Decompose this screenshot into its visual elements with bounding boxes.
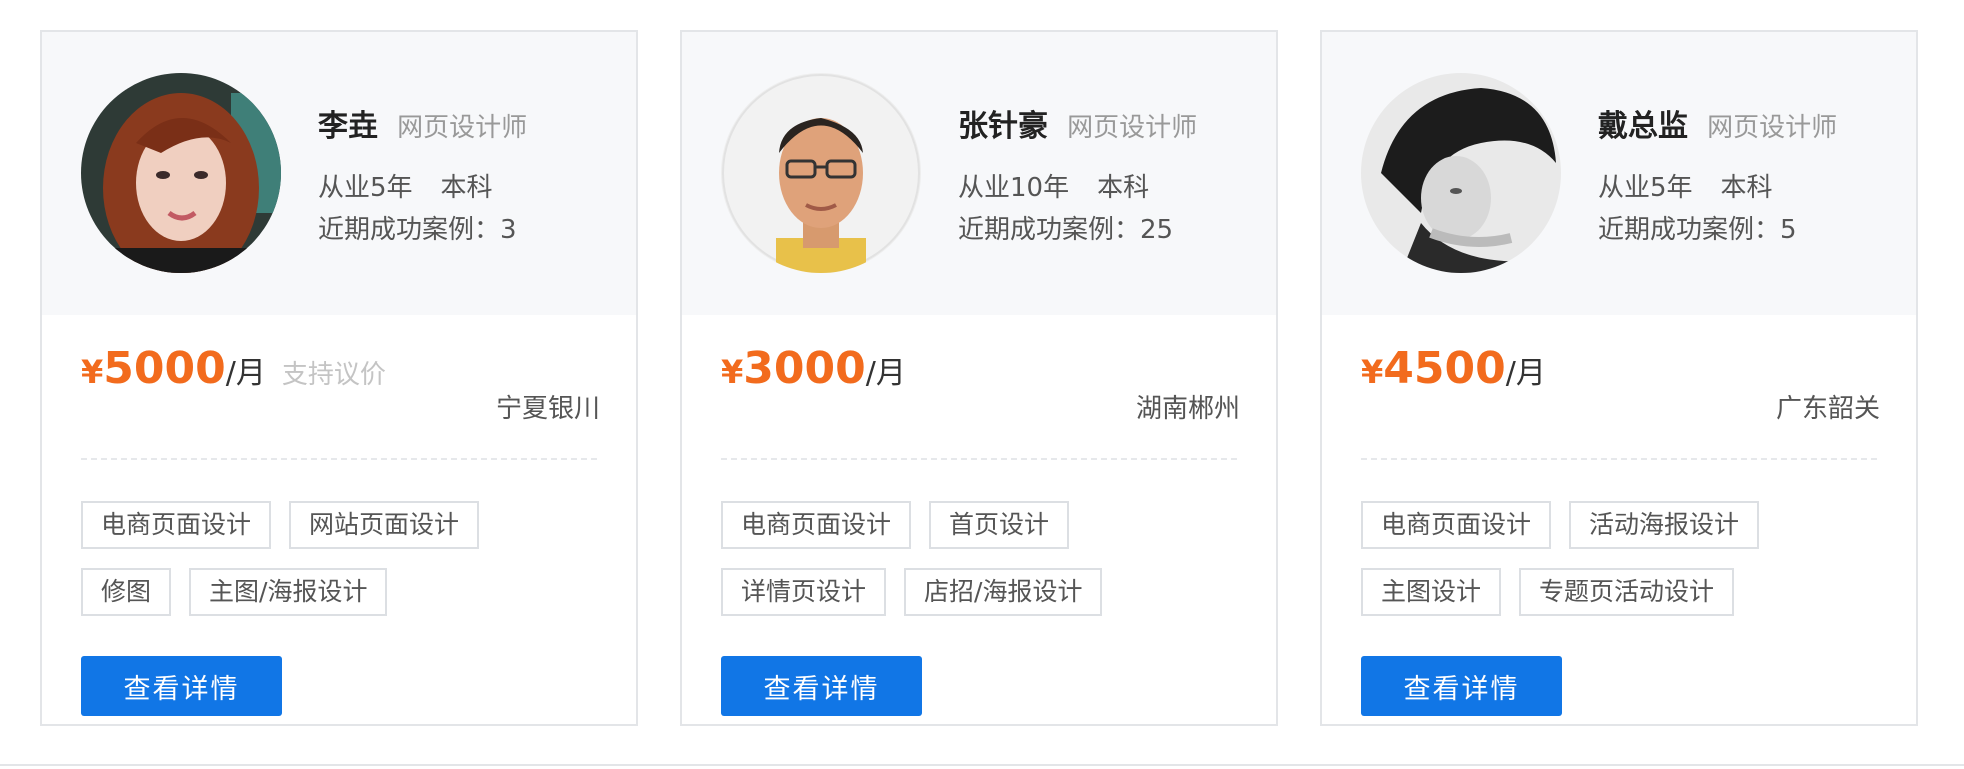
skill-tag: 电商页面设计: [721, 501, 912, 549]
card-header: 张针豪 网页设计师 从业10年 本科 近期成功案例：25: [682, 32, 1276, 315]
tag-row: 电商页面设计 首页设计: [721, 501, 1251, 549]
cases-row: 近期成功案例：5: [1598, 209, 1797, 246]
cases-label: 近期成功案例：: [318, 215, 501, 245]
skill-tags: 电商页面设计 网站页面设计 修图 主图/海报设计: [81, 501, 611, 635]
currency-symbol: ¥: [1361, 353, 1384, 391]
tag-row: 电商页面设计 活动海报设计: [1361, 501, 1891, 549]
designer-name: 戴总监: [1598, 109, 1688, 144]
skill-tag: 主图设计: [1361, 568, 1502, 616]
currency-symbol: ¥: [81, 353, 104, 391]
designer-name: 李垚: [318, 109, 378, 144]
cases-row: 近期成功案例：3: [318, 209, 517, 246]
skill-tag: 活动海报设计: [1569, 501, 1760, 549]
experience: 从业5年: [1598, 173, 1693, 203]
experience-row: 从业5年 本科: [1598, 167, 1773, 204]
tag-row: 电商页面设计 网站页面设计: [81, 501, 611, 549]
skill-tags: 电商页面设计 首页设计 详情页设计 店招/海报设计: [721, 501, 1251, 635]
experience-row: 从业10年 本科: [958, 167, 1149, 204]
name-row: 李垚 网页设计师: [318, 101, 527, 145]
price-row: ¥3000/月: [721, 343, 906, 394]
skill-tag: 首页设计: [929, 501, 1070, 549]
location: 广东韶关: [1775, 394, 1880, 424]
skill-tag: 网站页面设计: [289, 501, 480, 549]
view-details-button[interactable]: 查看详情: [1361, 656, 1562, 716]
card-header: 李垚 网页设计师 从业5年 本科 近期成功案例：3: [42, 32, 636, 315]
skill-tag: 主图/海报设计: [189, 568, 388, 616]
tag-row: 详情页设计 店招/海报设计: [721, 568, 1251, 616]
avatar: [721, 73, 921, 273]
dashed-divider: [721, 458, 1237, 460]
price-row: ¥5000/月 支持议价: [81, 343, 386, 394]
avatar: [81, 73, 281, 273]
view-details-button[interactable]: 查看详情: [721, 656, 922, 716]
experience-row: 从业5年 本科: [318, 167, 493, 204]
experience: 从业10年: [958, 173, 1070, 203]
price-unit: /月: [1505, 356, 1546, 391]
designer-card-list: 李垚 网页设计师 从业5年 本科 近期成功案例：3 ¥5000/月 支持议价 宁夏银…: [0, 0, 1964, 769]
avatar-photo-icon: [721, 73, 921, 273]
cases-label: 近期成功案例：: [958, 215, 1141, 245]
name-row: 戴总监 网页设计师: [1598, 101, 1837, 145]
price-amount: 3000: [743, 343, 866, 394]
cases-count: 3: [500, 215, 517, 245]
avatar-photo-icon: [1361, 73, 1561, 273]
card-header: 戴总监 网页设计师 从业5年 本科 近期成功案例：5: [1322, 32, 1916, 315]
skill-tag: 电商页面设计: [1361, 501, 1552, 549]
skill-tags: 电商页面设计 活动海报设计 主图设计 专题页活动设计: [1361, 501, 1891, 635]
currency-symbol: ¥: [721, 353, 744, 391]
avatar-photo-icon: [81, 73, 281, 273]
tag-row: 主图设计 专题页活动设计: [1361, 568, 1891, 616]
price-unit: /月: [865, 356, 906, 391]
negotiable-label: 支持议价: [281, 360, 386, 390]
location: 宁夏银川: [495, 394, 600, 424]
price-unit: /月: [225, 356, 266, 391]
skill-tag: 专题页活动设计: [1519, 568, 1735, 616]
education: 本科: [440, 173, 493, 203]
location: 湖南郴州: [1135, 394, 1240, 424]
designer-name: 张针豪: [958, 109, 1048, 144]
price-amount: 4500: [1383, 343, 1506, 394]
dashed-divider: [81, 458, 597, 460]
skill-tag: 修图: [81, 568, 172, 616]
designer-card: 李垚 网页设计师 从业5年 本科 近期成功案例：3 ¥5000/月 支持议价 宁夏银…: [40, 30, 638, 726]
price-amount: 5000: [103, 343, 226, 394]
education: 本科: [1720, 173, 1773, 203]
price-row: ¥4500/月: [1361, 343, 1546, 394]
name-row: 张针豪 网页设计师: [958, 101, 1197, 145]
page: 李垚 网页设计师 从业5年 本科 近期成功案例：3 ¥5000/月 支持议价 宁夏银…: [0, 0, 1964, 769]
cases-count: 5: [1780, 215, 1797, 245]
view-details-button[interactable]: 查看详情: [81, 656, 282, 716]
designer-card: 戴总监 网页设计师 从业5年 本科 近期成功案例：5 ¥4500/月 广东韶关 电…: [1320, 30, 1918, 726]
designer-card: 张针豪 网页设计师 从业10年 本科 近期成功案例：25 ¥3000/月 湖南郴州…: [680, 30, 1278, 726]
tag-row: 修图 主图/海报设计: [81, 568, 611, 616]
cases-row: 近期成功案例：25: [958, 209, 1173, 246]
designer-role: 网页设计师: [397, 113, 528, 143]
education: 本科: [1097, 173, 1150, 203]
designer-role: 网页设计师: [1707, 113, 1838, 143]
cases-count: 25: [1140, 215, 1174, 245]
skill-tag: 店招/海报设计: [904, 568, 1103, 616]
avatar: [1361, 73, 1561, 273]
cases-label: 近期成功案例：: [1598, 215, 1781, 245]
experience: 从业5年: [318, 173, 413, 203]
dashed-divider: [1361, 458, 1877, 460]
skill-tag: 电商页面设计: [81, 501, 272, 549]
bottom-divider: [0, 764, 1964, 766]
skill-tag: 详情页设计: [721, 568, 887, 616]
designer-role: 网页设计师: [1067, 113, 1198, 143]
